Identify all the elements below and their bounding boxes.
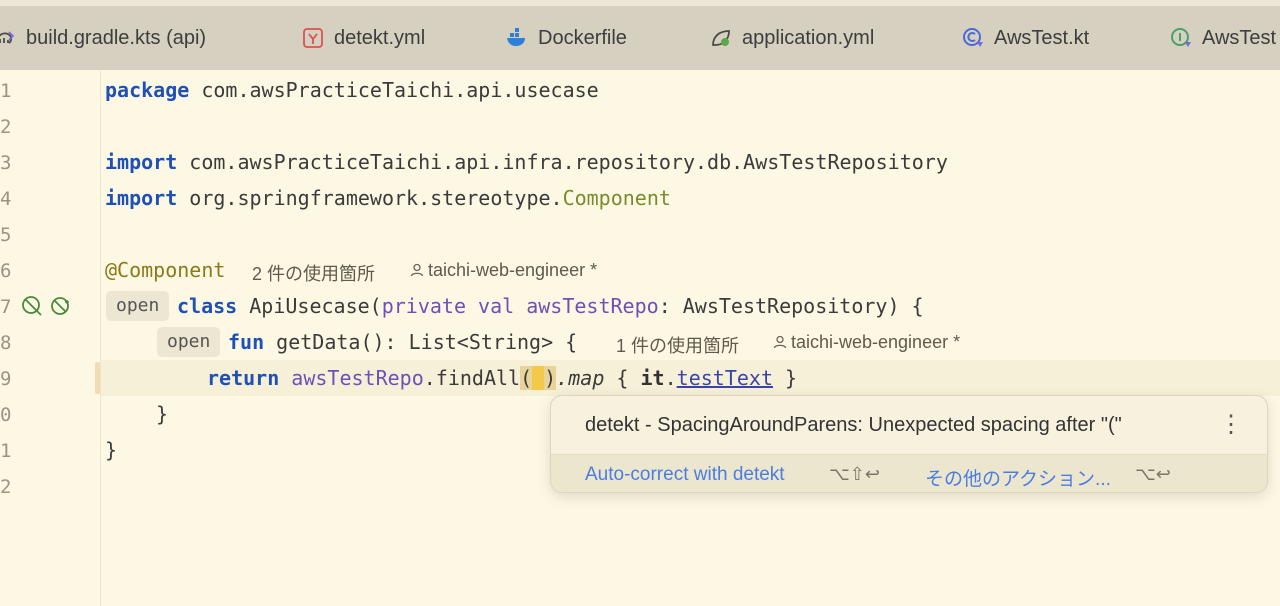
line-number: 0 — [0, 404, 12, 426]
shortcut-hint: ⌥⇧↩ — [829, 464, 880, 485]
code-line-6: @Component — [105, 258, 225, 282]
line-number: 2 — [0, 476, 12, 498]
code-text: getData(): List<String> { — [264, 330, 578, 354]
code-line-1: package com.awsPracticeTaichi.api.usecas… — [105, 78, 599, 102]
line-number: 1 — [0, 440, 12, 462]
code-text: { — [604, 366, 641, 390]
line-number: 2 — [0, 116, 12, 138]
docker-icon — [506, 27, 528, 49]
spring-config-icon — [710, 27, 732, 49]
line-number: 7 — [0, 296, 12, 318]
shortcut-hint: ⌥↩ — [1135, 464, 1171, 485]
code-line-7: class ApiUsecase(private val awsTestRepo… — [177, 294, 924, 318]
property-ref: testText — [676, 366, 773, 390]
yaml-icon — [302, 27, 324, 49]
open-modifier-hint[interactable]: open — [157, 327, 221, 357]
tab-build-gradle[interactable]: build.gradle.kts (api) — [0, 20, 206, 56]
tab-label: application.yml — [742, 26, 875, 49]
author-inlay[interactable]: taichi-web-engineer * — [773, 332, 960, 353]
parameter-name: awsTestRepo — [514, 294, 659, 318]
code-line-10: } — [156, 402, 169, 426]
keyword: fun — [228, 330, 265, 354]
open-modifier-hint[interactable]: open — [106, 291, 170, 321]
code-line-9: return awsTestRepo.findAll( ).map { it.t… — [207, 366, 797, 390]
error-highlight — [532, 366, 545, 390]
line-number: 6 — [0, 260, 12, 282]
code-text: ApiUsecase( — [237, 294, 382, 318]
keyword: val — [466, 294, 515, 318]
tab-label: Dockerfile — [538, 26, 627, 49]
usages-inlay[interactable]: 1 件の使用箇所 — [616, 332, 739, 358]
line-number: 8 — [0, 332, 12, 354]
line-number: 5 — [0, 224, 12, 246]
code-text: } — [772, 366, 798, 390]
kotlin-class-icon — [962, 27, 984, 49]
keyword: it — [640, 366, 665, 390]
author-name: taichi-web-engineer * — [791, 332, 961, 352]
tab-awstest-interface[interactable]: AwsTest — [1170, 20, 1276, 56]
tab-application-yml[interactable]: application.yml — [710, 20, 874, 56]
code-text: org.springframework.stereotype. — [177, 186, 563, 210]
auto-correct-action[interactable]: Auto-correct with detekt — [585, 464, 785, 486]
inspection-popup: detekt - SpacingAroundParens: Unexpected… — [550, 395, 1268, 493]
gutter-divider — [100, 70, 101, 606]
keyword: import — [105, 150, 178, 174]
keyword: return — [207, 366, 280, 390]
more-actions-link[interactable]: その他のアクション... — [925, 464, 1111, 491]
gradle-icon — [0, 27, 16, 49]
code-line-8: fun getData(): List<String> { — [228, 330, 577, 354]
paren-highlight: ) — [544, 366, 557, 390]
keyword: class — [177, 294, 238, 318]
keyword: package — [105, 78, 190, 102]
more-options-icon[interactable]: ⋮ — [1219, 410, 1243, 439]
author-name: taichi-web-engineer * — [428, 260, 598, 280]
code-text: . — [664, 366, 677, 390]
type-name: Component — [562, 186, 671, 210]
annotation: @Component — [105, 258, 226, 282]
tab-awstest-kt[interactable]: AwsTest.kt — [962, 20, 1089, 56]
paren-highlight: ( — [520, 366, 533, 390]
code-editor[interactable]: 1 2 3 4 5 6 7 8 9 0 1 2 package com.awsP… — [0, 70, 1280, 606]
keyword: import — [105, 186, 178, 210]
tab-dockerfile[interactable]: Dockerfile — [506, 20, 627, 56]
author-inlay[interactable]: taichi-web-engineer * — [410, 260, 597, 281]
code-text: com.awsPracticeTaichi.api.infra.reposito… — [177, 150, 948, 174]
code-text: : AwsTestRepository) { — [658, 294, 924, 318]
person-icon — [773, 333, 787, 349]
tab-label: build.gradle.kts (api) — [26, 26, 207, 49]
tab-detekt-yml[interactable]: detekt.yml — [302, 20, 425, 56]
tab-label: detekt.yml — [334, 26, 426, 49]
usages-inlay[interactable]: 2 件の使用箇所 — [252, 260, 375, 286]
divider — [551, 454, 1267, 455]
line-number: 3 — [0, 152, 12, 174]
bean-no-autowire-icon[interactable] — [20, 294, 44, 318]
line-number: 9 — [0, 368, 12, 390]
kotlin-interface-icon — [1170, 27, 1192, 49]
code-line-3: import com.awsPracticeTaichi.api.infra.r… — [105, 150, 948, 174]
code-text: com.awsPracticeTaichi.api.usecase — [189, 78, 599, 102]
bean-link-icon[interactable] — [48, 294, 72, 318]
person-icon — [410, 261, 424, 277]
keyword: private — [381, 294, 467, 318]
tab-label: AwsTest.kt — [994, 26, 1090, 49]
code-line-4: import org.springframework.stereotype.Co… — [105, 186, 671, 210]
line-number: 4 — [0, 188, 12, 210]
code-line-11: } — [105, 438, 118, 462]
line-number: 1 — [0, 80, 12, 102]
property-ref: awsTestRepo — [279, 366, 424, 390]
editor-tab-bar: build.gradle.kts (api) detekt.yml Docker… — [0, 0, 1280, 70]
extension-function: .map — [556, 366, 605, 390]
tab-label: AwsTest — [1202, 26, 1277, 49]
inspection-message: detekt - SpacingAroundParens: Unexpected… — [585, 414, 1122, 436]
code-text: .findAll — [423, 366, 521, 390]
